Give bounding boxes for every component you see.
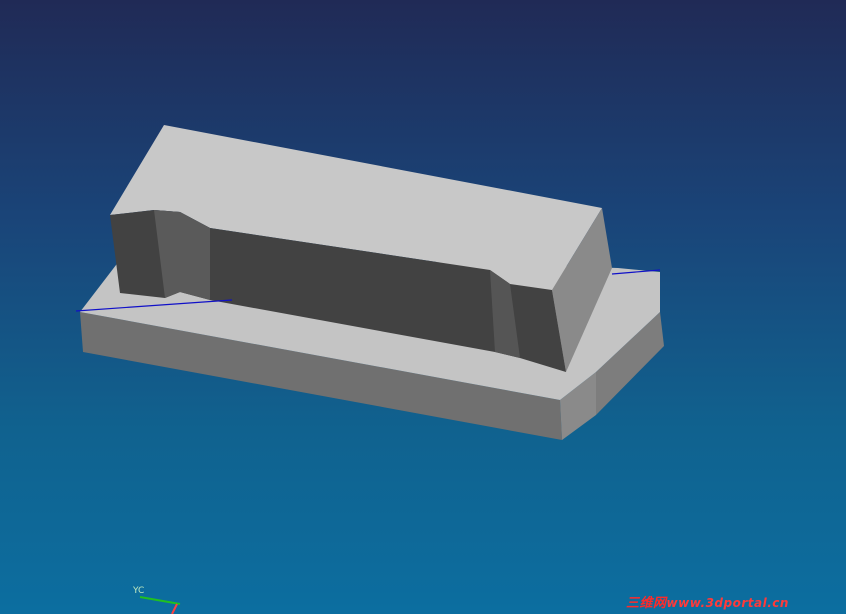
y-axis-label: YC [132,586,144,596]
z-axis-line [171,603,178,614]
watermark-chinese: 三维网 [626,596,667,611]
coordinate-triad: YC [132,586,181,614]
3d-model-view[interactable]: YC [0,0,846,614]
watermark: 三维网www.3dportal.cn [626,592,789,611]
watermark-url: www.3dportal.cn [666,596,789,610]
graphics-viewport[interactable]: YC 三维网www.3dportal.cn [0,0,846,614]
y-axis-line [139,596,181,605]
